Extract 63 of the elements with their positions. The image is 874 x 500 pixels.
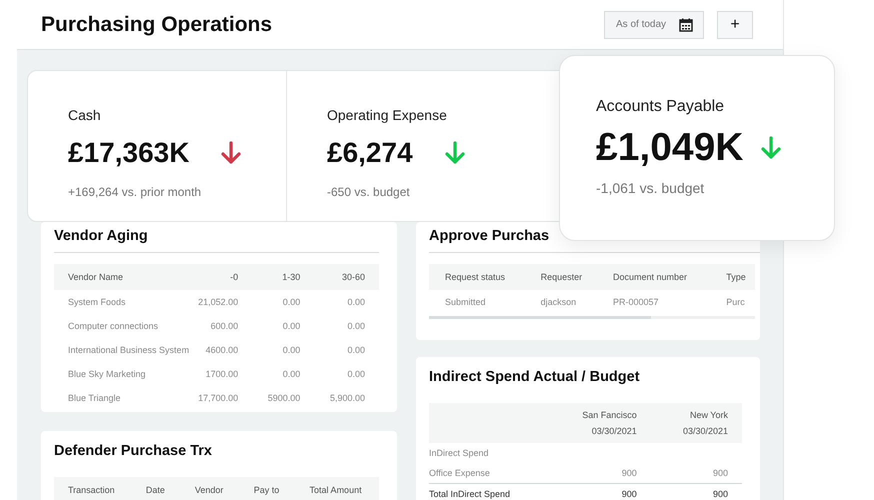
table-cell-text: 5900.00 — [266, 392, 302, 405]
table-cell: 21,052.00 — [194, 290, 252, 314]
table-cell-text: Blue Sky Marketing — [67, 368, 147, 381]
table-cell: 900 — [548, 463, 651, 484]
column-header: Request status — [429, 264, 525, 290]
column-header: Requester — [524, 264, 598, 290]
column-header: Pay to — [240, 477, 296, 500]
table-cell-text: 0.00 — [282, 320, 302, 333]
column-header: Total Amount — [296, 477, 379, 500]
row-label: Total InDirect Spend — [429, 484, 548, 500]
table-cell-text: 1700.00 — [204, 368, 240, 381]
table-cell-text: 17,700.00 — [197, 392, 240, 405]
column-header: San Fancisco 03/30/2021 — [548, 403, 651, 443]
table-cell-text: Blue Triangle — [67, 392, 122, 405]
table-cell-text: 0.00 — [346, 368, 366, 381]
column-header: Document number — [597, 264, 710, 290]
card-title: Vendor Aging — [54, 228, 379, 253]
kpi-label: Operating Expense — [327, 107, 448, 123]
add-button[interactable]: + — [717, 10, 753, 38]
table-cell-text: 0.00 — [346, 320, 366, 333]
table-cell: Purc — [710, 290, 755, 314]
page-title: Purchasing Operations — [41, 12, 272, 36]
kpi-comparison: -1,061 vs. budget — [596, 180, 706, 196]
table-cell-text: 0.00 — [282, 368, 302, 381]
column-header: Vendor Name — [54, 264, 195, 290]
scrollbar[interactable] — [429, 316, 755, 319]
table-cell: System Foods — [54, 290, 195, 314]
table-cell: PR-000057 — [597, 290, 710, 314]
table-cell-text: International Business System — [67, 344, 190, 357]
table-cell-text: 0.00 — [282, 344, 302, 357]
table-cell-text: 4600.00 — [204, 344, 240, 357]
column-header: Type — [710, 264, 755, 290]
column-header: Date — [132, 477, 181, 500]
table-cell: Submitted — [429, 290, 525, 314]
column-header: Transaction — [54, 477, 132, 500]
table-cell: djackson — [524, 290, 598, 314]
kpi-comparison: +169,264 vs. prior month — [68, 185, 202, 199]
kpi-label: Cash — [68, 107, 102, 123]
table-cell-text: 0.00 — [346, 344, 366, 357]
table-cell: 900 — [650, 463, 742, 484]
calendar-icon — [679, 18, 693, 32]
kpi-value: £1,049K — [596, 126, 744, 170]
row-label: InDirect Spend — [429, 443, 548, 463]
kpi-value: £17,363K — [68, 137, 190, 169]
row-label: Office Expense — [429, 463, 548, 484]
column-header: -0 — [194, 264, 252, 290]
date-filter-field[interactable]: As of today — [604, 10, 704, 38]
column-header: 30-60 — [314, 264, 379, 290]
card-title: Defender Purchase Trx — [54, 443, 213, 461]
column-header: New York 03/30/2021 — [650, 403, 742, 443]
kpi-value: £6,274 — [327, 137, 413, 169]
card-title: Indirect Spend Actual / Budget — [429, 369, 641, 387]
table-cell-text: 5,900.00 — [328, 392, 366, 405]
table-cell: 900 — [548, 484, 651, 500]
table-cell: 900 — [650, 484, 742, 500]
table-cell: 0.00 — [314, 290, 379, 314]
column-header: Vendor — [180, 477, 240, 500]
table-cell-text: Computer connections — [67, 320, 160, 333]
kpi-comparison: -650 vs. budget — [327, 185, 411, 199]
table-cell: 0.00 — [252, 290, 314, 314]
table-cell-text: 600.00 — [210, 320, 240, 333]
kpi-label: Accounts Payable — [596, 98, 726, 116]
column-header: 1-30 — [252, 264, 314, 290]
